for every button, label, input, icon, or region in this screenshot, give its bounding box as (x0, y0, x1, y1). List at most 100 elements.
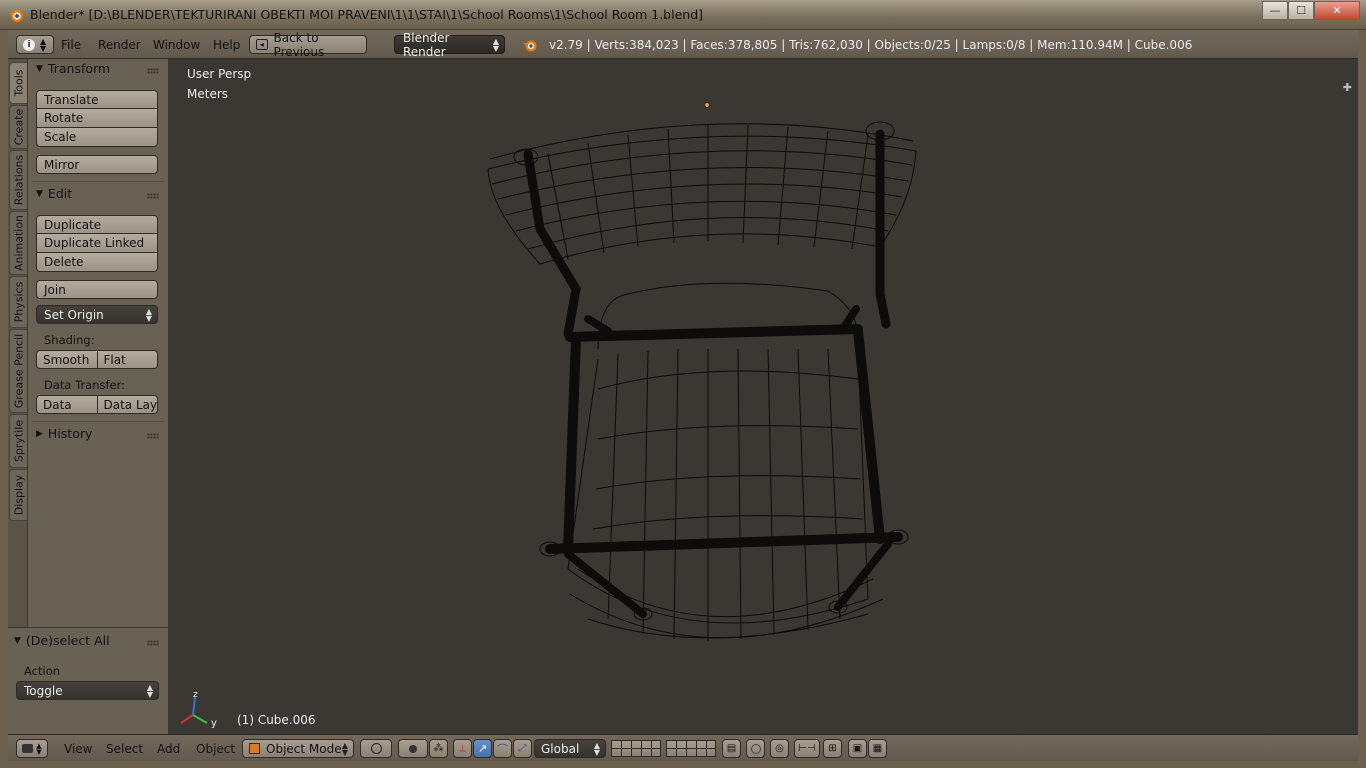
axis-gizmo-icon: y z (180, 690, 217, 729)
menu-object[interactable]: Object (196, 742, 235, 756)
render-engine-select[interactable]: Blender Render ▲ ▼ (394, 31, 505, 59)
tab-relations[interactable]: Relations (9, 150, 27, 210)
operator-panel: ▼ (De)select All Action Toggle ▲ ▼ (8, 627, 168, 734)
scale-icon: ⤢ (518, 743, 527, 754)
duplicate-linked-button[interactable]: Duplicate Linked (36, 234, 158, 253)
post-wires (513, 121, 895, 166)
close-button[interactable]: ✕ (1314, 1, 1360, 20)
snap-element-select[interactable]: ⊢⊣ (794, 739, 820, 758)
smooth-button[interactable]: Smooth (36, 350, 98, 369)
scale-manipulator-button[interactable]: ⤢ (513, 739, 532, 758)
chair-legs (564, 305, 892, 618)
layers-grid-b[interactable] (666, 740, 716, 757)
scene-statistics: v2.79 | Verts:384,023 | Faces:378,805 | … (549, 38, 1193, 52)
transform-orientation-select[interactable]: Global ▲ ▼ (534, 739, 606, 758)
tab-create[interactable]: Create (9, 105, 27, 149)
layers-lock-icon: ▤ (726, 743, 737, 754)
tool-shelf: Tools Create Relations Animation Physics… (8, 59, 168, 734)
translate-manipulator-button[interactable]: ⟂ (453, 739, 472, 758)
circle-icon (750, 743, 761, 754)
mirror-button[interactable]: Mirror (36, 155, 158, 174)
back-to-previous-button[interactable]: ◂ Back to Previous (249, 31, 367, 59)
menu-window[interactable]: Window (153, 38, 200, 52)
layers-grid-a[interactable] (611, 740, 661, 757)
window-border-right (1358, 30, 1366, 761)
flat-button[interactable]: Flat (97, 350, 158, 369)
viewport-shading-select[interactable] (360, 739, 392, 758)
menu-help[interactable]: Help (213, 38, 240, 52)
tab-display[interactable]: Display (9, 469, 27, 521)
snap-target-button[interactable]: ⊞ (823, 739, 842, 758)
transform-panel-header[interactable]: ▼ Transform (36, 61, 110, 76)
tab-sprytile[interactable]: Sprytile (9, 414, 27, 468)
set-origin-select[interactable]: Set Origin ▲ ▼ (36, 305, 158, 324)
snap-icon: ⊢⊣ (798, 743, 816, 754)
editor-type-3d-view-selector[interactable]: ▲ ▼ (16, 739, 48, 758)
data-transfer-label: Data Transfer: (44, 378, 126, 392)
opengl-render-image-button[interactable]: ▣ (848, 739, 867, 758)
svg-text:y: y (211, 718, 217, 729)
shading-label: Shading: (44, 333, 95, 347)
info-header: i ▲ ▼ File Render Window Help ◂ Back to P… (8, 30, 1358, 59)
pivot-point-select[interactable] (398, 739, 428, 758)
tab-animation[interactable]: Animation (9, 211, 27, 275)
history-panel-header[interactable]: ▶ History (36, 426, 92, 441)
menu-select[interactable]: Select (106, 742, 143, 756)
panel-grip-icon[interactable] (147, 640, 159, 646)
panel-grip-icon[interactable] (147, 68, 159, 74)
mode-select[interactable]: Object Mode ▲ ▼ (242, 739, 354, 758)
object-origin-marker (704, 102, 710, 108)
window-border-bottom (0, 761, 1366, 768)
operator-panel-header[interactable]: ▼ (De)select All (14, 633, 110, 648)
menu-file[interactable]: File (61, 38, 81, 52)
panel-grip-icon[interactable] (147, 433, 159, 439)
scale-button[interactable]: Scale (36, 128, 158, 147)
back-icon: ◂ (256, 39, 268, 50)
tab-tools[interactable]: Tools (9, 62, 27, 104)
join-button[interactable]: Join (36, 280, 158, 299)
action-value: Toggle (24, 683, 63, 698)
data-layout-button[interactable]: Data Layo (97, 395, 158, 414)
clapperboard-icon: ▦ (872, 743, 883, 754)
tab-physics[interactable]: Physics (9, 276, 27, 328)
data-button[interactable]: Data (36, 395, 98, 414)
active-object-label: (1) Cube.006 (237, 713, 316, 727)
tab-grease-pencil[interactable]: Grease Pencil (9, 329, 27, 413)
rotate-button[interactable]: Rotate (36, 109, 158, 128)
editor-type-selector[interactable]: i ▲ ▼ (16, 35, 54, 54)
edit-panel-header[interactable]: ▼ Edit (36, 186, 72, 201)
expand-triangle-icon: ▶ (36, 428, 43, 439)
move-manipulator-button[interactable]: ↗ (473, 739, 492, 758)
chevron-updown-icon: ▲ ▼ (341, 741, 348, 757)
manipulator-toggle[interactable]: ⁂ (429, 739, 448, 758)
menu-render[interactable]: Render (98, 38, 141, 52)
menu-add[interactable]: Add (157, 742, 180, 756)
render-only-button[interactable] (746, 739, 765, 758)
action-select[interactable]: Toggle ▲ ▼ (16, 681, 159, 700)
3d-viewport[interactable]: User Persp Meters ✚ y z (1) Cube.006 (168, 59, 1358, 734)
duplicate-button[interactable]: Duplicate (36, 215, 158, 234)
arrow-icon: ↗ (477, 742, 488, 755)
panel-grip-icon[interactable] (147, 193, 159, 199)
maximize-button[interactable]: ☐ (1288, 1, 1314, 20)
collapse-triangle-icon: ▼ (14, 635, 21, 646)
collapse-triangle-icon: ▼ (36, 188, 43, 199)
delete-button[interactable]: Delete (36, 253, 158, 272)
camera-icon: ▣ (852, 743, 863, 754)
manipulator-icon: ⁂ (433, 743, 444, 754)
chair-wireframe (487, 102, 917, 641)
window-title: Blender* [D:\BLENDER\TEKTURIRANI OBEKTI … (30, 7, 704, 22)
mode-label: Object Mode (266, 741, 342, 756)
axis-arrows-icon: ⟂ (459, 743, 466, 754)
lock-layers-button[interactable]: ▤ (722, 739, 741, 758)
opengl-render-animation-button[interactable]: ▦ (868, 739, 887, 758)
chevron-updown-icon: ▲ ▼ (36, 741, 42, 756)
globe-icon (370, 743, 382, 754)
minimize-button[interactable]: — (1262, 1, 1288, 20)
info-icon: i (23, 38, 35, 51)
proportional-edit-button[interactable]: ◎ (770, 739, 789, 758)
rotate-manipulator-button[interactable]: ⌒ (493, 739, 512, 758)
shading-buttons: Smooth Flat (36, 350, 158, 369)
translate-button[interactable]: Translate (36, 90, 158, 109)
menu-view[interactable]: View (64, 742, 92, 756)
